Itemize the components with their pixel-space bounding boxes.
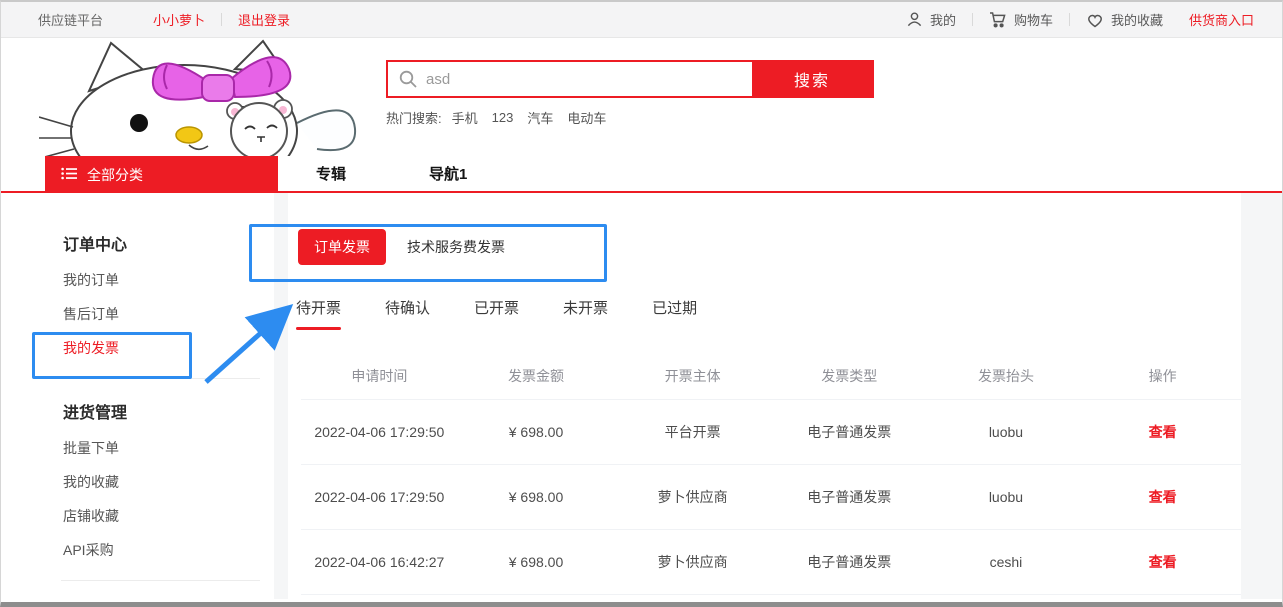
active-tab-underline	[296, 327, 341, 330]
search-button[interactable]: 搜索	[752, 62, 872, 96]
status-tab-pending[interactable]: 待开票	[296, 297, 341, 330]
favorites-label: 我的收藏	[1111, 10, 1163, 29]
invoice-table: 申请时间 发票金额 开票主体 发票类型 发票抬头 操作 2022-04-06 1…	[301, 353, 1241, 595]
cell-subject: 萝卜供应商	[614, 552, 771, 572]
supplier-entry-link[interactable]: 供货商入口	[1189, 10, 1254, 29]
all-categories-label: 全部分类	[87, 165, 143, 185]
content-area: 订单中心 我的订单 售后订单 我的发票 进货管理 批量下单 我的收藏 店铺收藏 …	[1, 193, 1282, 599]
username-link[interactable]: 小小萝卜	[153, 10, 205, 29]
logout-link[interactable]: 退出登录	[238, 10, 290, 29]
status-tab-to-confirm[interactable]: 待确认	[385, 297, 430, 330]
sidebar-item-batch-order[interactable]: 批量下单	[45, 440, 274, 457]
status-tab-expired[interactable]: 已过期	[652, 297, 697, 330]
cell-subject: 平台开票	[614, 422, 771, 442]
cell-amount: ¥ 698.00	[458, 489, 615, 505]
cell-type: 电子普通发票	[771, 487, 928, 507]
col-amount: 发票金额	[458, 366, 615, 386]
search-input[interactable]	[418, 71, 752, 88]
cell-type: 电子普通发票	[771, 422, 928, 442]
col-type: 发票类型	[771, 366, 928, 386]
right-margin	[1241, 193, 1282, 599]
search-area: 搜索 热门搜索: 手机 123 汽车 电动车	[386, 60, 874, 127]
heart-icon	[1086, 12, 1104, 28]
sidebar-gutter	[274, 193, 288, 599]
col-title: 发票抬头	[928, 366, 1085, 386]
cat-mascot-logo[interactable]	[39, 39, 369, 156]
nav-item-album[interactable]: 专辑	[316, 156, 346, 193]
hot-term[interactable]: 电动车	[567, 108, 606, 127]
table-row: 2022-04-06 16:42:27 ¥ 698.00 萝卜供应商 电子普通发…	[301, 530, 1241, 595]
sidebar-item-my-invoices[interactable]: 我的发票	[45, 340, 274, 357]
cell-subject: 萝卜供应商	[614, 487, 771, 507]
search-box: 搜索	[386, 60, 874, 98]
view-link[interactable]: 查看	[1084, 487, 1241, 507]
divider	[221, 13, 222, 26]
cell-type: 电子普通发票	[771, 552, 928, 572]
sidebar-item-my-favorites[interactable]: 我的收藏	[45, 474, 274, 491]
sidebar-item-shop-favorites[interactable]: 店铺收藏	[45, 508, 274, 525]
sidebar-section-order-center: 订单中心	[45, 231, 274, 255]
all-categories-button[interactable]: 全部分类	[45, 156, 278, 193]
favorites-link[interactable]: 我的收藏	[1086, 10, 1163, 29]
cell-amount: ¥ 698.00	[458, 424, 615, 440]
user-icon	[906, 11, 923, 28]
hot-term[interactable]: 手机	[452, 108, 478, 127]
hot-search-label: 热门搜索:	[386, 108, 442, 127]
invoice-status-tabs: 待开票 待确认 已开票 未开票 已过期	[296, 297, 697, 330]
sidebar-item-api-purchase[interactable]: API采购	[45, 542, 274, 559]
status-tab-invoiced[interactable]: 已开票	[474, 297, 519, 330]
cell-title: ceshi	[928, 554, 1085, 570]
view-link[interactable]: 查看	[1084, 552, 1241, 572]
site-header: 搜索 热门搜索: 手机 123 汽车 电动车	[1, 38, 1282, 156]
cart-icon	[989, 11, 1007, 28]
view-link[interactable]: 查看	[1084, 422, 1241, 442]
sidebar-item-my-orders[interactable]: 我的订单	[45, 272, 274, 289]
divider	[1069, 13, 1070, 26]
browser-window: 供应链平台 小小萝卜 退出登录 我的 购物车 我的收藏 供货商入口	[0, 0, 1283, 607]
cell-amount: ¥ 698.00	[458, 554, 615, 570]
col-action: 操作	[1084, 366, 1241, 386]
cell-apply-time: 2022-04-06 16:42:27	[301, 554, 458, 570]
search-icon	[398, 69, 418, 89]
main-nav: 全部分类 专辑 导航1	[1, 156, 1282, 193]
my-account-label: 我的	[930, 10, 956, 29]
cell-title: luobu	[928, 424, 1085, 440]
sidebar-divider	[61, 580, 260, 581]
tab-order-invoice[interactable]: 订单发票	[298, 229, 386, 265]
sidebar-divider	[61, 378, 260, 379]
cart-label: 购物车	[1014, 10, 1053, 29]
list-icon	[61, 167, 77, 183]
status-tab-not-invoiced[interactable]: 未开票	[563, 297, 608, 330]
hot-term[interactable]: 汽车	[527, 108, 553, 127]
topbar-right: 我的 购物车 我的收藏 供货商入口	[906, 10, 1254, 29]
topbar-left: 供应链平台 小小萝卜 退出登录	[38, 10, 290, 29]
topbar: 供应链平台 小小萝卜 退出登录 我的 购物车 我的收藏 供货商入口	[1, 2, 1282, 38]
cell-apply-time: 2022-04-06 17:29:50	[301, 489, 458, 505]
cell-apply-time: 2022-04-06 17:29:50	[301, 424, 458, 440]
tab-service-fee-invoice[interactable]: 技术服务费发票	[399, 237, 513, 257]
nav-item-nav1[interactable]: 导航1	[429, 156, 467, 193]
table-row: 2022-04-06 17:29:50 ¥ 698.00 萝卜供应商 电子普通发…	[301, 465, 1241, 530]
left-margin	[1, 193, 45, 599]
col-subject: 开票主体	[614, 366, 771, 386]
sidebar: 订单中心 我的订单 售后订单 我的发票 进货管理 批量下单 我的收藏 店铺收藏 …	[45, 193, 274, 599]
my-account-link[interactable]: 我的	[906, 10, 956, 29]
invoice-panel: 订单发票 技术服务费发票 待开票 待确认 已开票 未开票 已过期	[288, 193, 1241, 599]
sidebar-item-aftersale-orders[interactable]: 售后订单	[45, 306, 274, 323]
col-apply-time: 申请时间	[301, 366, 458, 386]
hot-term[interactable]: 123	[492, 110, 514, 125]
platform-name: 供应链平台	[38, 10, 103, 29]
cart-link[interactable]: 购物车	[989, 10, 1053, 29]
table-row: 2022-04-06 17:29:50 ¥ 698.00 平台开票 电子普通发票…	[301, 400, 1241, 465]
sidebar-section-purchase-mgmt: 进货管理	[45, 399, 274, 423]
cell-title: luobu	[928, 489, 1085, 505]
invoice-type-tabs: 订单发票 技术服务费发票	[298, 229, 513, 265]
divider	[972, 13, 973, 26]
hot-search: 热门搜索: 手机 123 汽车 电动车	[386, 108, 874, 127]
table-header-row: 申请时间 发票金额 开票主体 发票类型 发票抬头 操作	[301, 353, 1241, 400]
